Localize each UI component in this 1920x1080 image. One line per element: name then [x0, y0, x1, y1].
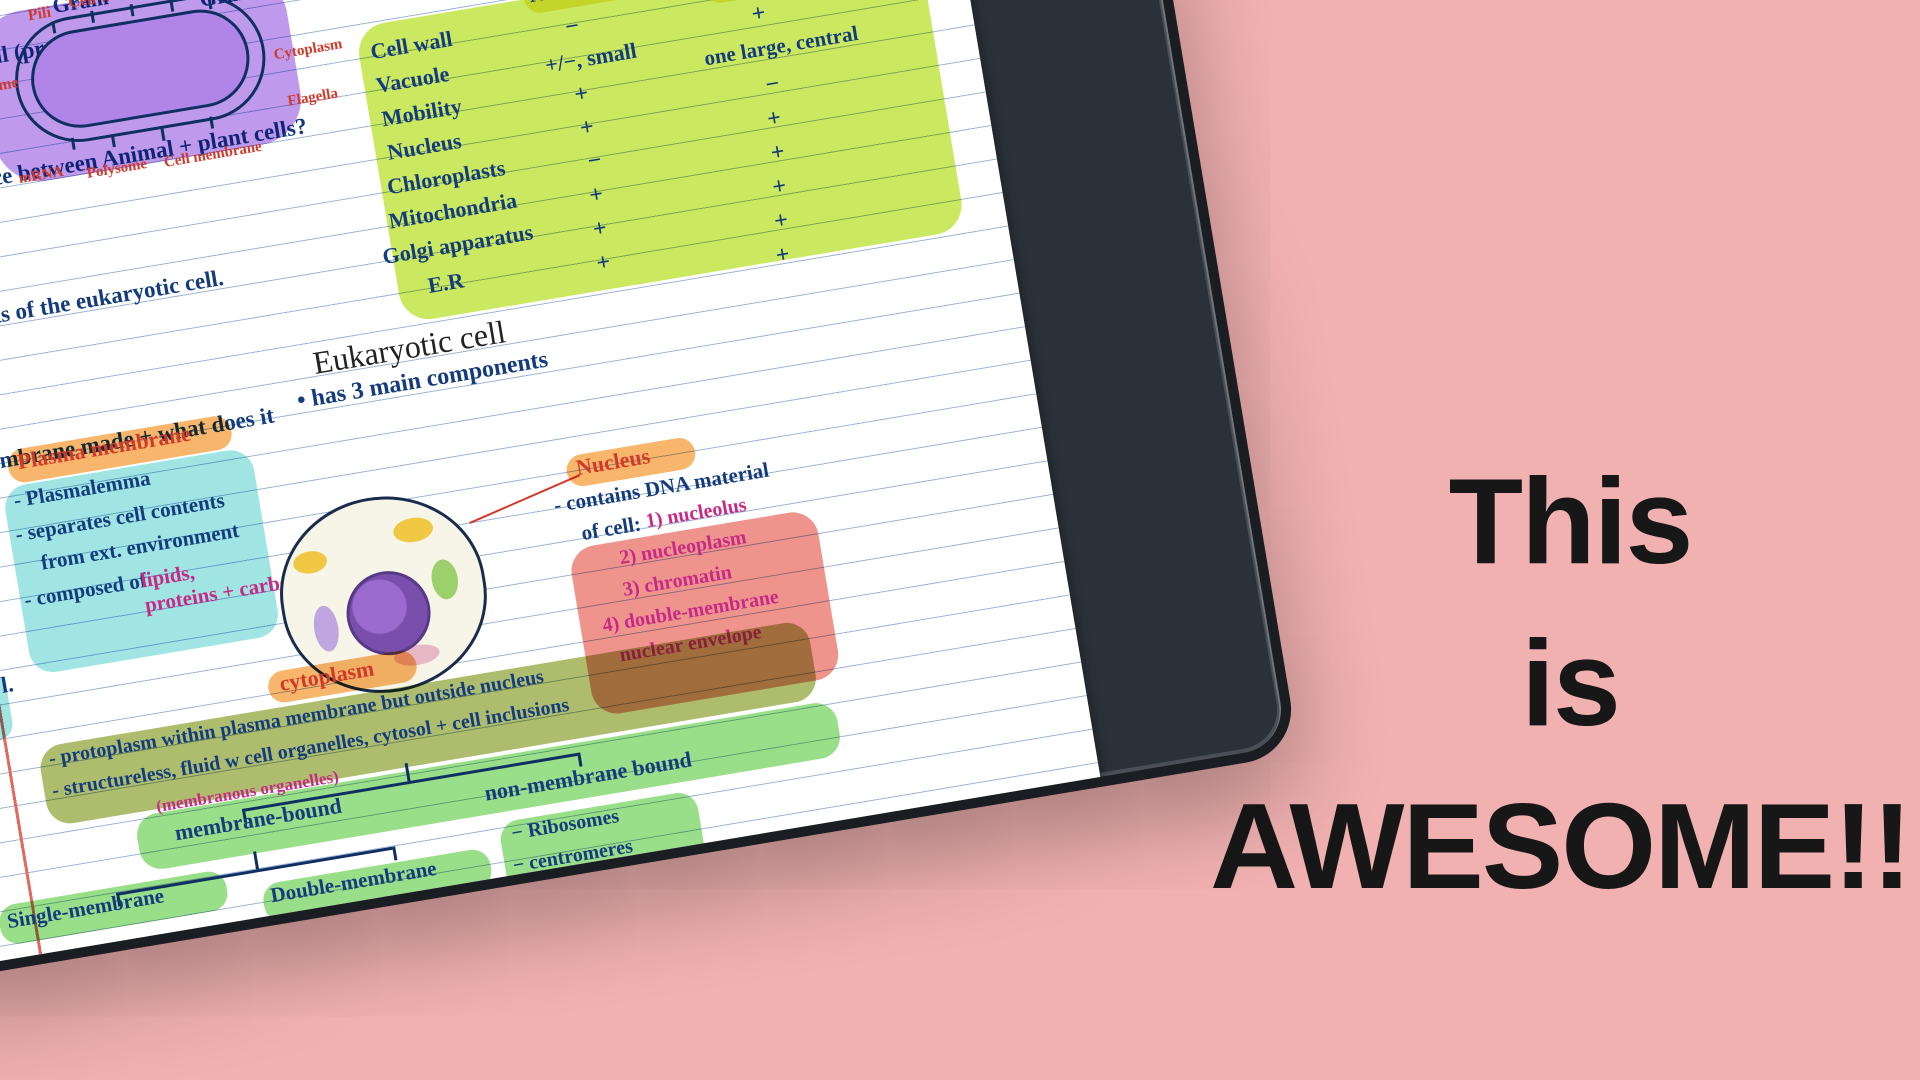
headline-text: This is AWESOME!!! — [1210, 440, 1920, 927]
notebook-page[interactable]: classification of cells? ② Name the part… — [0, 0, 1102, 990]
headline-line-3: AWESOME!!! — [1210, 765, 1920, 927]
label-pili: Pili — [27, 4, 53, 26]
question-4: ④ 3 main components of the eukaryotic ce… — [0, 265, 225, 362]
ipad-device: Biology study notes ••• Rough answers Ap… — [0, 0, 1299, 991]
headline-line-1: This — [1210, 440, 1920, 602]
headline-line-2: is — [1210, 602, 1920, 764]
